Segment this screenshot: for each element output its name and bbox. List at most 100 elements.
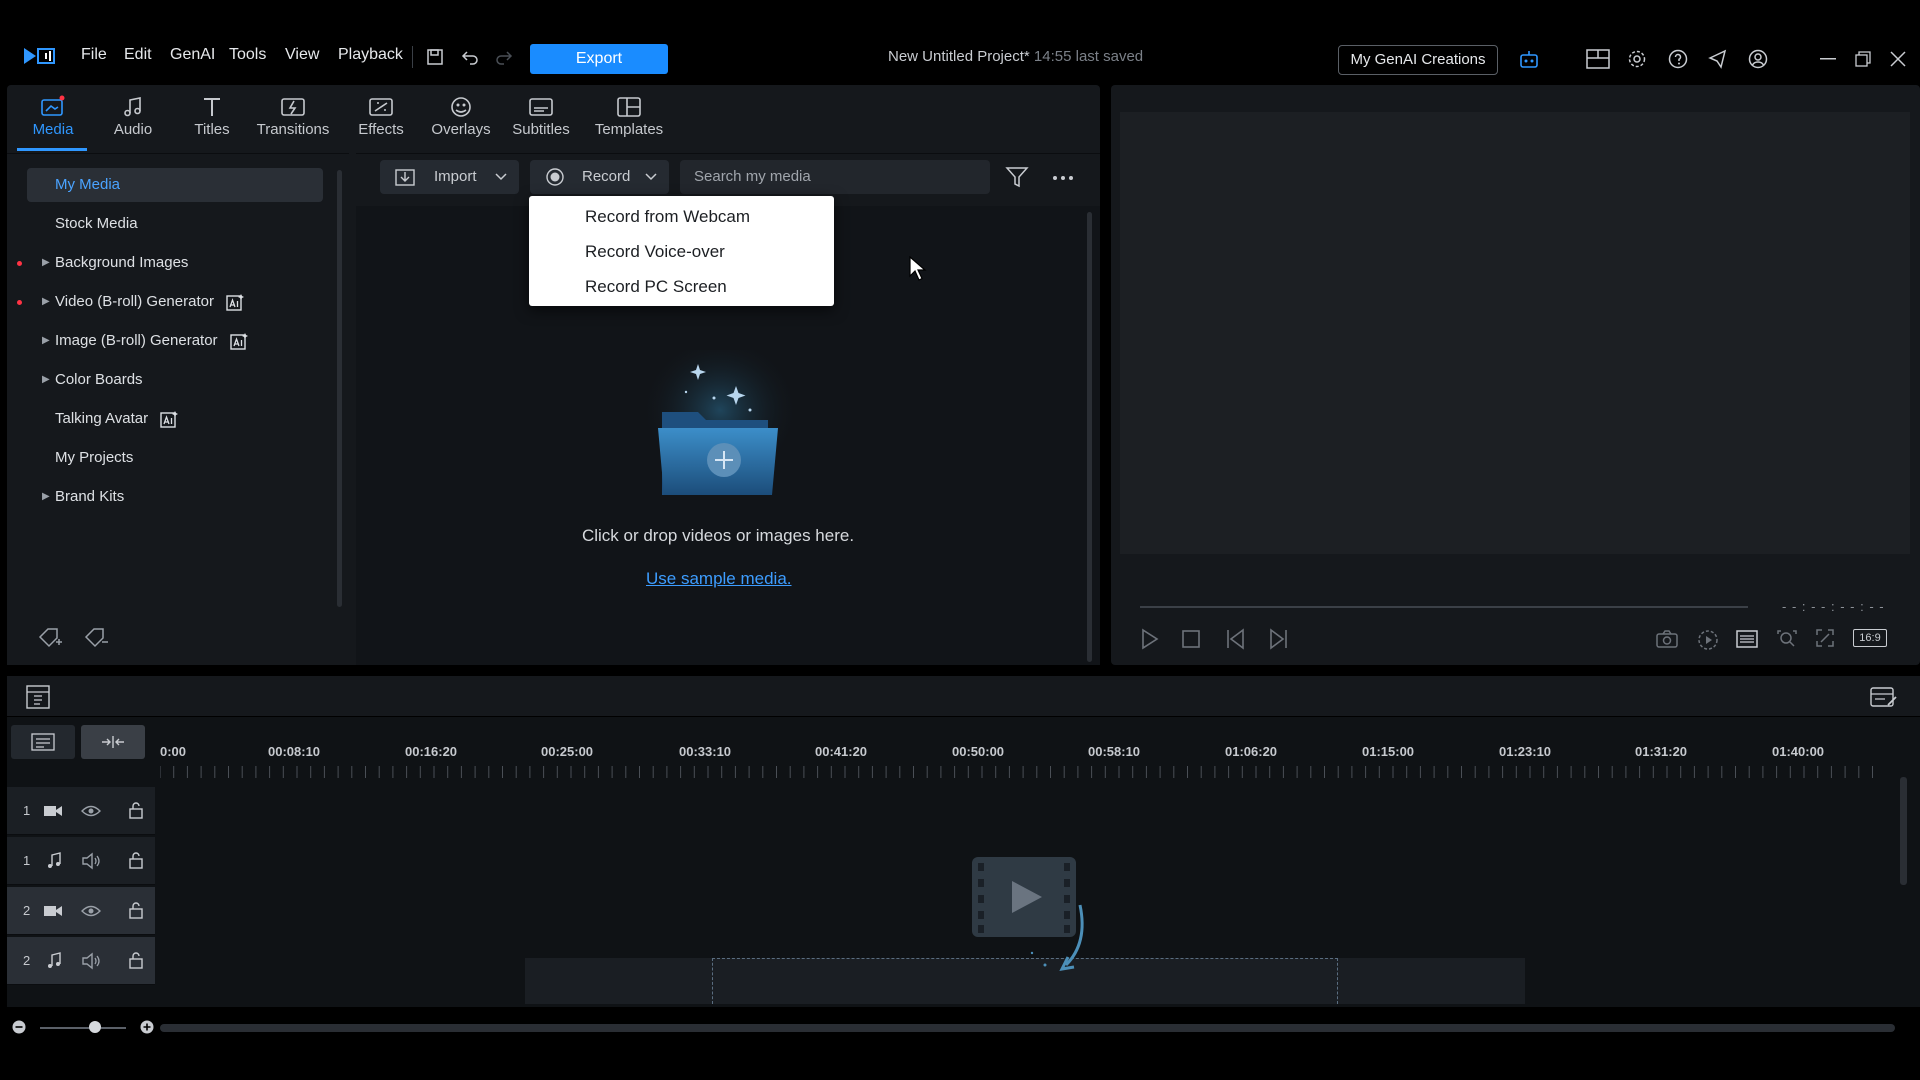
eye-icon[interactable] [81,804,101,818]
unlock-icon[interactable] [128,851,144,869]
track-header-video-2[interactable]: 2 [7,887,155,935]
tab-transitions[interactable]: Transitions [253,93,333,138]
tab-titles[interactable]: Titles [172,93,252,138]
title-bar: File Edit GenAI Tools View Playback Expo… [0,0,1920,84]
fit-timeline-button[interactable] [81,725,145,759]
next-frame-icon[interactable] [1265,628,1289,650]
text-t-icon [201,95,223,119]
ruler-label: 01:31:20 [1635,744,1688,759]
track-header-audio-1[interactable]: 1 [7,837,155,885]
timeline-layout-icon[interactable] [26,685,50,709]
tab-templates[interactable]: Templates [589,93,669,138]
menu-item-record-webcam[interactable]: Record from Webcam [585,207,750,227]
tab-audio[interactable]: Audio [93,93,173,138]
aspect-ratio-button[interactable]: 16:9 [1853,629,1887,647]
track-manager-button[interactable] [11,725,75,759]
menu-playback[interactable]: Playback [338,46,403,64]
play-icon[interactable] [1140,628,1160,650]
content-scrollbar[interactable] [1087,212,1092,662]
record-preview-icon[interactable] [1697,629,1719,651]
tab-subtitles[interactable]: Subtitles [501,93,581,138]
my-genai-creations-button[interactable]: My GenAI Creations [1338,45,1498,75]
tab-media[interactable]: Media [13,93,93,138]
help-icon[interactable] [1668,49,1688,69]
ai-assistant-icon[interactable] [1518,48,1540,70]
menu-file[interactable]: File [81,46,107,64]
previous-frame-icon[interactable] [1225,628,1249,650]
captions-toggle-icon[interactable] [1736,630,1758,648]
menu-genai[interactable]: GenAI [170,46,215,64]
menu-edit[interactable]: Edit [124,46,152,64]
record-label: Record [582,168,631,185]
sidebar-item-my-projects[interactable]: My Projects [22,441,322,475]
zoom-preview-icon[interactable] [1776,629,1798,649]
folder-add-icon[interactable] [640,350,800,500]
eye-icon[interactable] [81,904,101,918]
preview-seek-bar[interactable] [1140,606,1748,608]
expand-triangle-icon[interactable]: ▶ [42,363,50,397]
speaker-icon[interactable] [81,952,101,970]
filter-icon[interactable] [1005,166,1029,188]
fullscreen-icon[interactable] [1815,628,1835,648]
preview-screen[interactable] [1120,112,1910,554]
snapshot-camera-icon[interactable] [1656,630,1678,648]
record-button[interactable]: Record [530,160,669,194]
menu-view[interactable]: View [285,46,319,64]
timeline-vertical-scrollbar[interactable] [1900,777,1907,885]
sidebar-item-talking-avatar[interactable]: Talking Avatar [22,402,322,436]
menu-item-record-voiceover[interactable]: Record Voice-over [585,242,725,262]
layout-icon[interactable] [1586,49,1610,69]
stop-icon[interactable] [1182,630,1200,648]
zoom-slider-thumb[interactable] [89,1021,101,1033]
track-number: 2 [23,903,31,918]
import-label: Import [434,168,477,185]
add-tag-icon[interactable] [37,626,63,648]
export-button[interactable]: Export [530,44,668,74]
search-input[interactable] [680,160,990,194]
minimize-icon[interactable] [1820,58,1836,60]
zoom-slider-track[interactable] [40,1027,126,1029]
close-icon[interactable] [1890,51,1906,67]
menu-item-record-pc-screen[interactable]: Record PC Screen [585,277,727,297]
menu-tools[interactable]: Tools [229,46,266,64]
import-button[interactable]: Import [380,160,519,194]
zoom-in-icon[interactable] [140,1020,154,1034]
zoom-out-icon[interactable] [12,1020,26,1034]
gear-icon[interactable] [1627,49,1647,69]
sidebar-item-my-media[interactable]: My Media [27,168,323,202]
tab-effects[interactable]: Effects [341,93,421,138]
speaker-icon[interactable] [81,852,101,870]
sidebar-scrollbar[interactable] [337,170,342,607]
sidebar-item-image-generator[interactable]: ▶ Image (B-roll) Generator [22,324,322,358]
unlock-icon[interactable] [128,801,144,819]
expand-triangle-icon[interactable]: ▶ [42,480,50,514]
feedback-icon[interactable] [1707,48,1729,70]
track-header-audio-2[interactable]: 2 [7,937,155,985]
use-sample-media-link[interactable]: Use sample media. [646,569,792,589]
templates-icon [616,95,642,119]
timeline-ruler[interactable] [160,764,1885,780]
restore-icon[interactable] [1855,51,1871,67]
expand-triangle-icon[interactable]: ▶ [42,246,50,280]
remove-tag-icon[interactable] [83,626,109,648]
more-options-icon[interactable] [1053,176,1073,180]
sidebar-item-color-boards[interactable]: ▶ Color Boards [22,363,322,397]
edit-timeline-icon[interactable] [1870,685,1898,709]
timeline-horizontal-scrollbar[interactable] [160,1024,1895,1032]
tab-overlays[interactable]: Overlays [421,93,501,138]
expand-triangle-icon[interactable]: ▶ [42,285,50,319]
save-icon[interactable] [426,48,444,66]
redo-icon[interactable] [495,49,513,65]
unlock-icon[interactable] [128,901,144,919]
ruler-label: 00:25:00 [541,744,594,759]
undo-icon[interactable] [461,49,479,65]
ruler-label: 00:16:20 [405,744,458,759]
unlock-icon[interactable] [128,951,144,969]
expand-triangle-icon[interactable]: ▶ [42,324,50,358]
sidebar-item-brand-kits[interactable]: ▶ Brand Kits [22,480,322,514]
sidebar-item-stock-media[interactable]: Stock Media [22,207,322,241]
sidebar-item-background-images[interactable]: ▶ Background Images [17,246,322,280]
sidebar-item-video-generator[interactable]: ▶ Video (B-roll) Generator [17,285,322,319]
track-header-video-1[interactable]: 1 [7,787,155,835]
account-icon[interactable] [1748,49,1768,69]
